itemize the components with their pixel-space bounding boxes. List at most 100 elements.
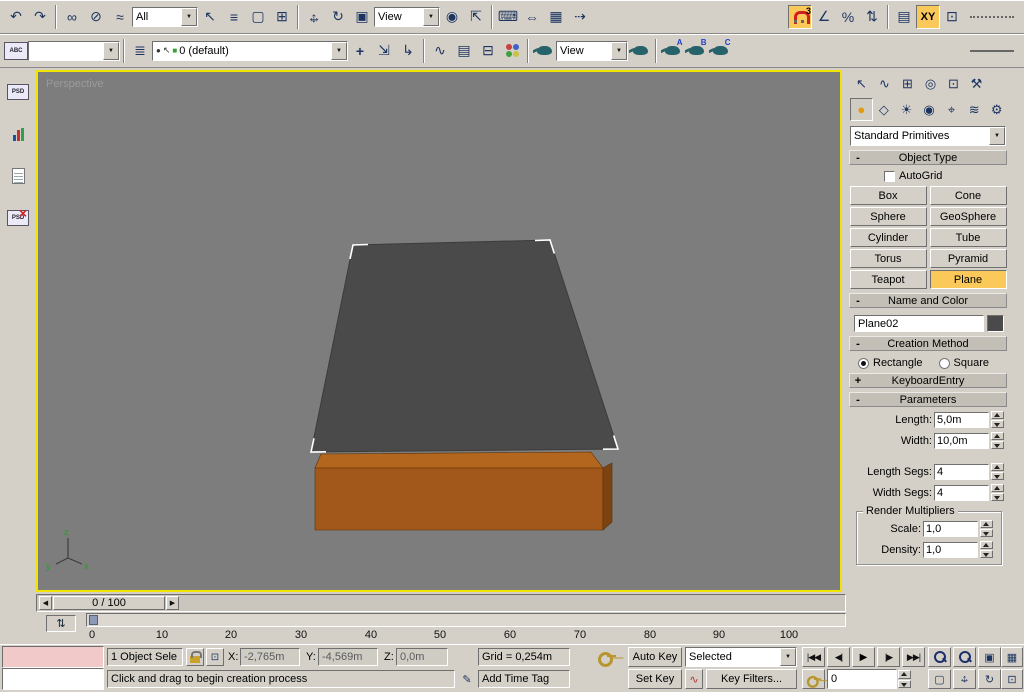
render-preset-a-button[interactable]: A — [660, 38, 684, 63]
perspective-viewport[interactable]: z x y Perspective — [36, 70, 842, 592]
chevron-down-icon[interactable]: ▼ — [611, 41, 627, 60]
toolbar-drag-handle[interactable] — [970, 49, 1014, 52]
notes-tool-button[interactable] — [4, 162, 32, 190]
redo-button[interactable]: ↷ — [28, 5, 52, 29]
rollout-object-type[interactable]: - Object Type — [849, 150, 1007, 165]
chevron-down-icon[interactable]: ▼ — [780, 648, 796, 666]
quick-render-button[interactable] — [628, 39, 652, 63]
category-shapes[interactable]: ◇ — [873, 98, 896, 121]
category-geometry[interactable]: ● — [850, 98, 873, 121]
select-object-button[interactable]: ↖ — [198, 5, 222, 29]
chevron-down-icon[interactable]: ▼ — [423, 7, 439, 26]
mirror-button[interactable]: ⇔ — [520, 5, 544, 29]
current-frame-marker[interactable] — [89, 615, 98, 625]
tube-button[interactable]: Tube — [929, 228, 1007, 247]
autogrid-checkbox[interactable] — [884, 170, 895, 182]
spinner-up-button[interactable] — [980, 520, 993, 528]
bind-to-space-warp-button[interactable]: ≈ — [108, 5, 132, 29]
rollout-parameters[interactable]: - Parameters — [849, 392, 1007, 407]
spinner-down-button[interactable] — [991, 493, 1004, 501]
select-and-link-button[interactable]: ∞ — [60, 5, 84, 29]
category-lights[interactable]: ☀ — [895, 98, 918, 121]
render-setup-button[interactable] — [532, 39, 556, 63]
percent-snap-button[interactable]: % — [836, 5, 860, 29]
maxscript-listener-pink[interactable] — [2, 646, 104, 668]
pan-button[interactable]: ↔ ↕ — [953, 669, 976, 689]
category-systems[interactable]: ⚙ — [985, 98, 1008, 121]
rollout-name-and-color[interactable]: - Name and Color — [849, 293, 1007, 308]
set-key-button[interactable]: Set Key — [628, 669, 682, 689]
rollout-creation-method[interactable]: - Creation Method — [849, 336, 1007, 351]
pyramid-button[interactable]: Pyramid — [929, 249, 1007, 268]
object-color-swatch[interactable] — [987, 315, 1004, 332]
use-pivot-center-button[interactable]: ◉ — [440, 5, 464, 29]
communicator-button[interactable]: ✎ — [459, 670, 475, 688]
layer-dropdown[interactable]: ● ↖ ■ 0 (default) ▼ — [152, 40, 348, 61]
spinner-down-button[interactable] — [980, 529, 993, 537]
tab-create[interactable]: ↖ — [850, 72, 873, 95]
category-helpers[interactable]: ⌖ — [940, 98, 963, 121]
chevron-down-icon[interactable]: ▼ — [331, 41, 347, 60]
material-editor-button[interactable] — [500, 39, 524, 63]
spinner-up-button[interactable] — [898, 670, 911, 679]
keyboard-override-button[interactable]: ⌨ — [496, 5, 520, 29]
chart-tool-button[interactable] — [4, 120, 32, 148]
unlink-selection-button[interactable]: ⊘ — [84, 5, 108, 29]
current-frame-field[interactable]: 0 — [827, 669, 897, 689]
spinner-down-button[interactable] — [991, 472, 1004, 480]
zoom-region-button[interactable]: ▢ — [928, 669, 951, 689]
box-button[interactable]: Box — [849, 186, 927, 205]
xy-constraint-button[interactable]: XY — [916, 4, 940, 29]
width-field[interactable]: 10,0m — [934, 432, 989, 449]
render-view-dropdown[interactable]: View ▼ — [556, 40, 628, 61]
viewport-canvas[interactable]: z x y — [38, 72, 840, 590]
zoom-button[interactable] — [928, 647, 951, 667]
zoom-all-button[interactable] — [953, 647, 976, 667]
time-slider-right-button[interactable]: ▶ — [166, 596, 179, 610]
plane-button[interactable]: Plane — [929, 270, 1007, 289]
trackbar-ruler[interactable] — [86, 613, 846, 627]
select-in-layer-button[interactable]: ↳ — [396, 39, 420, 63]
rectangular-selection-button[interactable]: ▢ — [246, 5, 270, 29]
select-and-scale-button[interactable]: ▣ — [350, 5, 374, 29]
angle-snap-button[interactable]: ∠ — [812, 5, 836, 29]
tab-display[interactable]: ⊡ — [942, 72, 965, 95]
key-mode-toggle-button[interactable] — [802, 669, 825, 689]
scale-field[interactable]: 1,0 — [923, 520, 978, 537]
chevron-down-icon[interactable]: ▼ — [181, 7, 197, 26]
spinner-down-button[interactable] — [898, 679, 911, 688]
spinner-up-button[interactable] — [991, 432, 1004, 440]
tab-motion[interactable]: ◎ — [919, 72, 942, 95]
category-spacewarps[interactable]: ≋ — [963, 98, 986, 121]
zoom-extents-all-button[interactable]: ▦ — [1001, 647, 1023, 667]
psd-tool-button[interactable]: PSD — [4, 78, 32, 106]
spinner-down-button[interactable] — [991, 420, 1004, 428]
render-preset-b-button[interactable]: B — [684, 38, 708, 63]
spinner-up-button[interactable] — [980, 541, 993, 549]
box-front-face[interactable] — [314, 467, 604, 531]
window-crossing-button[interactable]: ⊞ — [270, 5, 294, 29]
tab-modify[interactable]: ∿ — [873, 72, 896, 95]
play-button[interactable]: ▶ — [852, 647, 875, 667]
add-time-tag[interactable]: Add Time Tag — [478, 670, 570, 688]
spinner-up-button[interactable] — [991, 463, 1004, 471]
maximize-viewport-button[interactable]: ⊡ — [1001, 669, 1023, 689]
track-bar[interactable]: ⇅ 0 10 20 30 40 50 60 70 80 90 100 — [0, 612, 846, 644]
align-button[interactable]: ⇢ — [568, 5, 592, 29]
key-mode-dropdown[interactable]: Selected ▼ — [685, 647, 797, 667]
torus-button[interactable]: Torus — [849, 249, 927, 268]
select-and-rotate-button[interactable]: ↻ — [326, 5, 350, 29]
chevron-down-icon[interactable]: ▼ — [103, 41, 119, 60]
spinner-up-button[interactable] — [991, 484, 1004, 492]
schematic-view-button[interactable]: ⊟ — [476, 39, 500, 63]
key-filters-curve-button[interactable]: ∿ — [685, 669, 703, 689]
x-coordinate-field[interactable]: -2,765m — [240, 648, 300, 666]
axis-extras-button[interactable]: ⊡ — [940, 5, 964, 29]
select-and-move-button[interactable]: ↔ ↕ — [302, 5, 326, 29]
tab-utilities[interactable]: ⚒ — [965, 72, 988, 95]
arc-rotate-button[interactable]: ↻ — [978, 669, 1001, 689]
snap-toggle-button[interactable]: 3 — [788, 4, 812, 29]
curve-editor-button[interactable]: ∿ — [428, 39, 452, 63]
go-to-start-button[interactable]: |◀◀ — [802, 647, 825, 667]
cylinder-button[interactable]: Cylinder — [849, 228, 927, 247]
